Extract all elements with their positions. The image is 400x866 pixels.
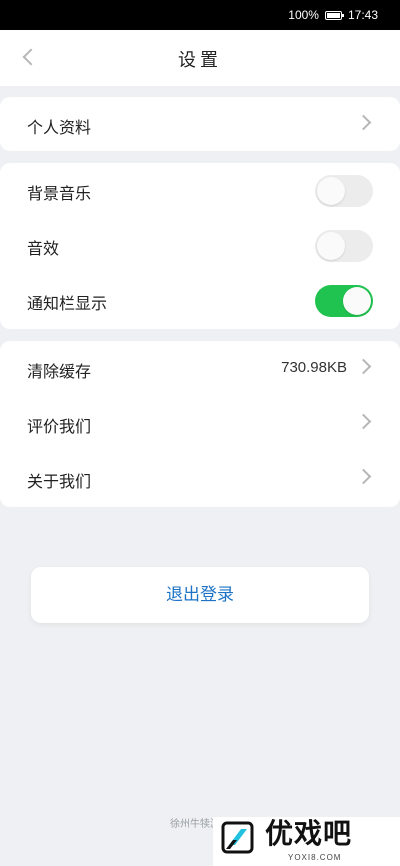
rate-us-label: 评价我们 <box>27 417 92 436</box>
other-group: 清除缓存 730.98KB 评价我们 关于我们 <box>0 341 400 507</box>
sound-effects-toggle[interactable] <box>315 230 373 262</box>
profile-group: 个人资料 <box>0 97 400 151</box>
background-music-label: 背景音乐 <box>27 184 92 203</box>
about-us-row[interactable]: 关于我们 <box>0 451 400 507</box>
navigation-bar: 设置 <box>0 30 400 86</box>
notification-bar-toggle[interactable] <box>315 285 373 317</box>
toggle-knob <box>317 177 345 205</box>
battery-percent: 100% <box>288 8 319 22</box>
chevron-right-icon <box>355 358 372 375</box>
cache-size: 730.98KB <box>281 359 347 376</box>
watermark-url: YOXI8.COM <box>288 853 342 862</box>
settings-group: 背景音乐 音效 通知栏显示 <box>0 163 400 329</box>
chevron-right-icon <box>355 114 372 131</box>
watermark-brand: 优戏吧 <box>265 817 353 850</box>
profile-label: 个人资料 <box>27 118 92 137</box>
toggle-knob <box>343 287 371 315</box>
chevron-right-icon <box>355 468 372 485</box>
logout-button[interactable]: 退出登录 <box>31 567 369 623</box>
profile-row[interactable]: 个人资料 <box>0 97 400 153</box>
sound-effects-label: 音效 <box>27 239 60 258</box>
settings-row-background-music: 背景音乐 <box>0 163 400 219</box>
notification-bar-label: 通知栏显示 <box>27 294 108 313</box>
yoxi-logo-icon <box>221 821 254 854</box>
chevron-right-icon <box>355 413 372 430</box>
rate-us-row[interactable]: 评价我们 <box>0 396 400 452</box>
status-right: 100% 17:43 <box>288 8 378 22</box>
clock: 17:43 <box>347 8 378 22</box>
page-title: 设置 <box>178 50 222 71</box>
background-music-toggle[interactable] <box>315 175 373 207</box>
about-us-label: 关于我们 <box>27 472 92 491</box>
settings-row-notification-bar: 通知栏显示 <box>0 273 400 329</box>
status-bar: 100% 17:43 <box>0 0 400 30</box>
battery-icon <box>324 10 344 20</box>
settings-row-sound-effects: 音效 <box>0 218 400 274</box>
clear-cache-row[interactable]: 清除缓存 730.98KB <box>0 341 400 397</box>
watermark-logo: 优戏吧 YOXI8.COM <box>213 817 400 866</box>
toggle-knob <box>317 232 345 260</box>
clear-cache-label: 清除缓存 <box>27 362 92 381</box>
